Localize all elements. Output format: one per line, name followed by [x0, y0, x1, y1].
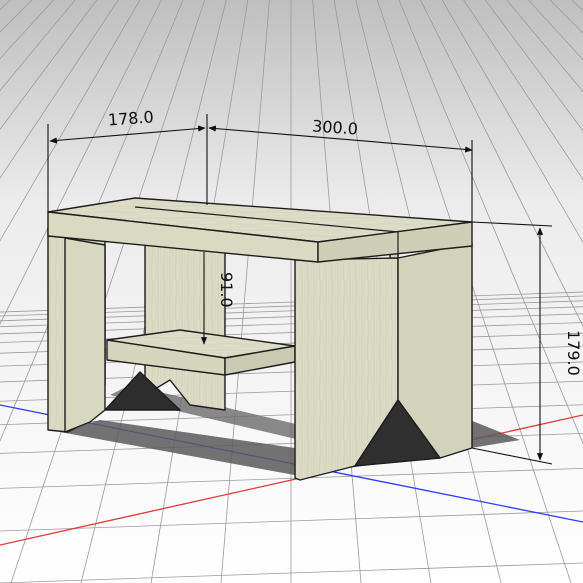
height-label: 179.0 [564, 330, 583, 376]
model-canvas[interactable]: 178.0 300.0 179.0 91.0 [0, 0, 583, 583]
back-left-leg [144, 237, 226, 411]
left-leg-front [64, 237, 106, 433]
step-height-label: 91.0 [217, 272, 236, 308]
width-label: 300.0 [312, 116, 359, 138]
depth-label: 178.0 [107, 107, 154, 129]
3d-viewport[interactable]: 178.0 300.0 179.0 91.0 [0, 0, 583, 583]
